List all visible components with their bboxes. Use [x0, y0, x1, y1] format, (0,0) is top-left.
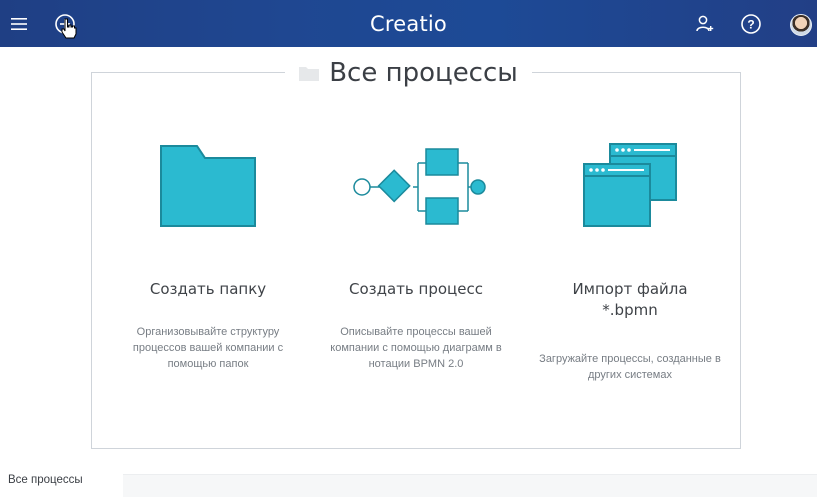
- import-bpmn-desc: Загружайте процессы, созданные в других …: [539, 353, 721, 381]
- import-windows-icon: [530, 135, 730, 235]
- panel-title-text: Все процессы: [329, 58, 518, 88]
- top-bar: Creatio ?: [0, 0, 817, 47]
- folder-small-icon: [299, 65, 320, 81]
- svg-text:?: ?: [747, 17, 754, 31]
- import-bpmn-title[interactable]: Импорт файла *.bpmn: [545, 279, 715, 321]
- create-folder-desc: Организовывайте структуру процессов ваше…: [132, 326, 284, 370]
- user-add-icon[interactable]: [692, 0, 718, 47]
- user-avatar[interactable]: [790, 14, 812, 36]
- bpmn-diagram-icon: [316, 135, 516, 235]
- panel-title: Все процессы: [0, 53, 817, 93]
- bottom-content-strip: [123, 474, 817, 497]
- create-process-title[interactable]: Создать процесс: [316, 279, 516, 300]
- create-folder-card[interactable]: Создать папку Организовывайте структуру …: [108, 135, 308, 372]
- help-icon[interactable]: ?: [738, 0, 764, 47]
- tab-all-processes[interactable]: Все процессы: [8, 474, 83, 486]
- hand-pointer-icon: [60, 18, 78, 45]
- create-folder-title[interactable]: Создать папку: [108, 279, 308, 300]
- import-bpmn-card[interactable]: Импорт файла *.bpmn Загружайте процессы,…: [530, 135, 730, 383]
- create-process-card[interactable]: Создать процесс Описывайте процессы ваше…: [316, 135, 516, 372]
- create-process-desc: Описывайте процессы вашей компании с пом…: [330, 326, 502, 370]
- folder-icon: [108, 135, 308, 235]
